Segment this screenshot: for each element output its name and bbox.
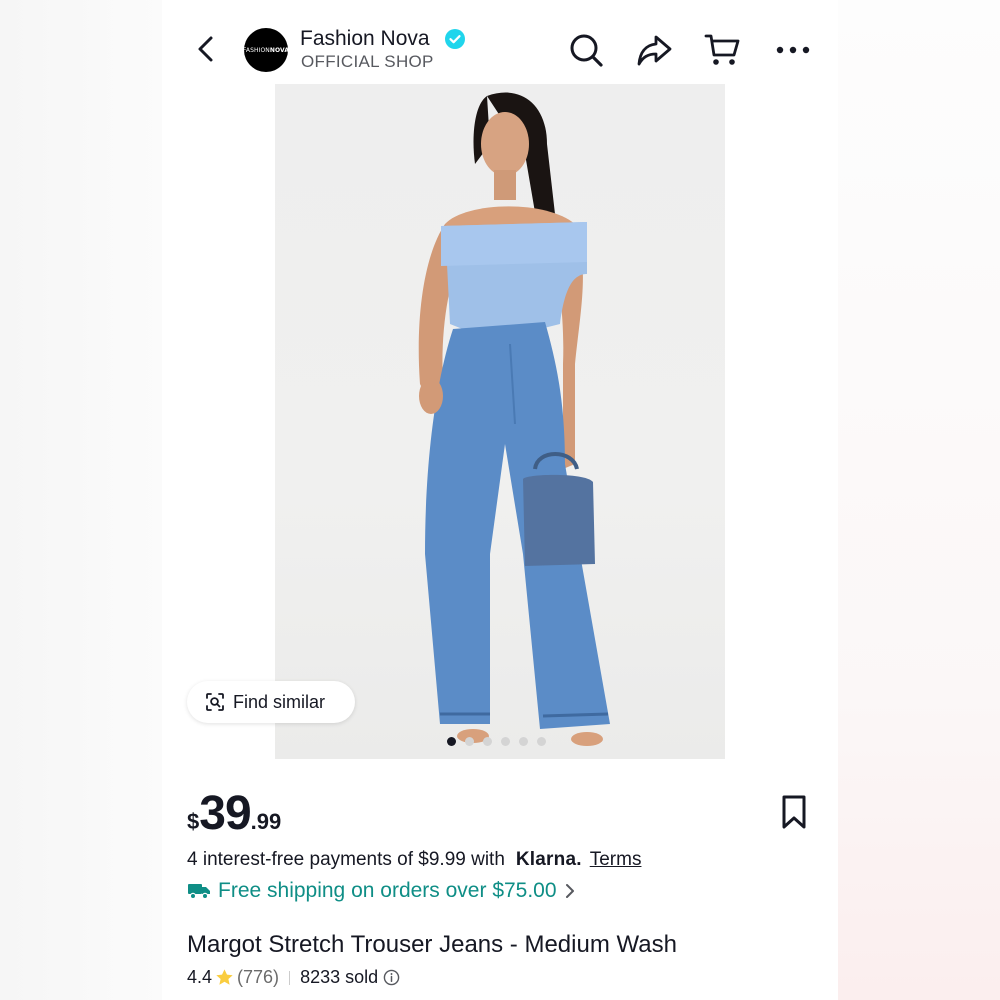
sold-count: 8233 sold (300, 967, 379, 987)
pagination-dot[interactable] (465, 737, 474, 746)
cart-icon[interactable] (703, 31, 741, 69)
gallery-pagination (447, 737, 546, 746)
back-icon[interactable] (192, 32, 222, 66)
chevron-right-icon (565, 884, 574, 898)
top-bar: FASHION NOVA Fashion Nova OFFICIAL SHOP (162, 0, 838, 84)
pagination-dot[interactable] (447, 737, 456, 746)
free-shipping-banner[interactable]: Free shipping on orders over $75.00 (187, 879, 575, 903)
info-icon[interactable] (383, 969, 400, 986)
scan-icon (206, 693, 224, 711)
share-icon[interactable] (635, 31, 673, 69)
model-photo (418, 92, 610, 746)
pagination-dot[interactable] (519, 737, 528, 746)
review-count[interactable]: (776) (237, 967, 279, 988)
shop-name[interactable]: Fashion Nova (300, 27, 430, 51)
pagination-dot[interactable] (501, 737, 510, 746)
klarna-logo: Klarna. (515, 849, 582, 870)
divider (289, 970, 291, 985)
rating-row: 4.4 (776) 8233 sold (187, 967, 400, 988)
product-title: Margot Stretch Trouser Jeans - Medium Wa… (187, 931, 677, 958)
pagination-dot[interactable] (483, 737, 492, 746)
price-currency: $ (187, 809, 200, 834)
logo-text-bold: NOVA (269, 46, 290, 54)
rating-value: 4.4 (187, 967, 213, 987)
shop-subtitle: OFFICIAL SHOP (301, 52, 434, 71)
find-similar-button[interactable]: Find similar (187, 681, 355, 723)
find-similar-label: Find similar (233, 691, 326, 712)
product-page: FASHIONNOVA Fashion Nova OFFICIAL SHOP (162, 0, 838, 1000)
terms-link[interactable]: Terms (590, 849, 642, 871)
verified-icon (445, 29, 465, 49)
price-cents: .99 (250, 809, 282, 834)
installments-text: 4 interest-free payments of $9.99 with (187, 849, 505, 870)
more-icon[interactable] (774, 31, 812, 69)
shipping-text: Free shipping on orders over $75.00 (218, 879, 557, 902)
truck-icon (188, 884, 210, 900)
search-icon[interactable] (567, 31, 605, 69)
price: $ 39 .99 (187, 786, 281, 841)
shop-logo[interactable]: FASHION NOVA (242, 28, 290, 72)
price-whole: 39 (199, 787, 251, 840)
star-icon (216, 969, 233, 985)
background-left (0, 0, 162, 1000)
pagination-dot[interactable] (537, 737, 546, 746)
product-image[interactable] (275, 84, 725, 759)
bookmark-icon[interactable] (779, 794, 809, 830)
installments-info: 4 interest-free payments of $9.99 with K… (187, 849, 641, 871)
logo-text-light: FASHION (242, 46, 270, 54)
background-right (838, 0, 1000, 1000)
